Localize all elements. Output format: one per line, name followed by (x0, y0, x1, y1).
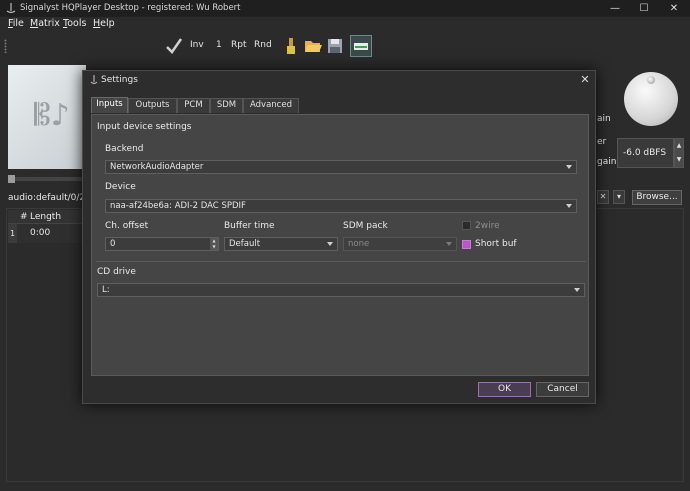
dialog-title: Settings (101, 75, 138, 85)
volume-spinner[interactable]: ▲ ▼ (674, 138, 684, 168)
clear-button[interactable]: ✕ (597, 190, 609, 204)
invert-button[interactable]: Inv (190, 40, 204, 50)
volume-field[interactable]: -6.0 dBFS (617, 138, 674, 168)
side-label-3: gain (597, 157, 617, 167)
app-icon (90, 75, 98, 85)
column-header-number[interactable]: # (20, 212, 28, 222)
backend-label: Backend (105, 144, 144, 154)
app-icon (6, 3, 16, 14)
checkmark-icon[interactable] (164, 36, 184, 56)
cd-drive-select[interactable]: L: (97, 283, 585, 297)
music-note-icon: 𝄡♪ (34, 98, 70, 133)
dropdown-arrow-button[interactable]: ▾ (613, 190, 625, 204)
browse-button[interactable]: Browse... (632, 190, 682, 205)
chevron-down-icon (574, 288, 580, 292)
folder-open-icon[interactable] (303, 36, 323, 56)
column-header-length[interactable]: Length (30, 212, 61, 222)
menu-bar: File Matrix Tools Help (0, 17, 690, 32)
ch-offset-stepper[interactable]: ▲ ▼ (210, 238, 218, 250)
chevron-down-icon (566, 204, 572, 208)
menu-tools[interactable]: Tools (63, 18, 86, 29)
section-divider (96, 261, 586, 262)
output-device-label: audio:default/0/2 (8, 193, 86, 203)
side-label-1: ain (597, 114, 611, 124)
repeat-button[interactable]: Rpt (231, 40, 247, 50)
svg-text:𝄡♪: 𝄡♪ (34, 98, 70, 133)
table-row[interactable]: 1 0:00 (8, 224, 82, 243)
menu-file[interactable]: File (8, 18, 24, 29)
save-icon[interactable] (325, 36, 345, 56)
input-device-settings-heading: Input device settings (97, 122, 192, 132)
sdm-pack-select[interactable]: none (343, 237, 457, 251)
cancel-button[interactable]: Cancel (536, 382, 589, 397)
toolbar: Inv 1 Rpt Rnd (0, 33, 690, 59)
buffer-time-label: Buffer time (224, 221, 275, 231)
two-wire-checkbox[interactable] (462, 221, 471, 230)
chevron-down-icon (446, 242, 452, 246)
row-length: 0:00 (30, 228, 51, 238)
hard-drive-icon (354, 43, 368, 50)
minimize-button[interactable]: — (600, 0, 630, 17)
ch-offset-spinbox[interactable]: 0 ▲ ▼ (105, 237, 219, 251)
menu-matrix[interactable]: Matrix (30, 18, 60, 29)
maximize-button[interactable]: ☐ (629, 0, 659, 17)
device-label: Device (105, 182, 136, 192)
chevron-down-icon (327, 242, 333, 246)
tab-pcm[interactable]: PCM (177, 98, 210, 113)
single-button[interactable]: 1 (216, 40, 222, 50)
seek-slider-handle[interactable] (8, 175, 15, 183)
close-icon[interactable]: ✕ (579, 74, 591, 86)
cover-art: 𝄡♪ (8, 65, 86, 169)
two-wire-label: 2wire (475, 221, 500, 231)
tab-inputs[interactable]: Inputs (91, 97, 128, 113)
inputs-tab-pane: Input device settings Backend NetworkAud… (91, 114, 589, 376)
tab-advanced[interactable]: Advanced (243, 98, 299, 113)
short-buf-checkbox[interactable] (462, 240, 471, 249)
drive-button[interactable] (350, 35, 372, 57)
sdm-pack-label: SDM pack (343, 221, 388, 231)
short-buf-label: Short buf (475, 239, 517, 249)
title-bar: Signalyst HQPlayer Desktop - registered:… (0, 0, 690, 17)
chevron-down-icon (566, 165, 572, 169)
cd-drive-label: CD drive (97, 267, 136, 277)
tab-outputs[interactable]: Outputs (128, 98, 177, 113)
menu-help[interactable]: Help (93, 18, 115, 29)
device-select[interactable]: naa-af24be6a: ADI-2 DAC SPDIF (105, 199, 577, 213)
toolbar-grip[interactable] (4, 39, 7, 53)
ch-offset-label: Ch. offset (105, 221, 149, 231)
tab-sdm[interactable]: SDM (210, 98, 243, 113)
ok-button[interactable]: OK (478, 382, 531, 397)
volume-knob[interactable] (624, 72, 678, 126)
row-number: 1 (8, 224, 17, 243)
brush-icon[interactable] (281, 36, 301, 56)
backend-select[interactable]: NetworkAudioAdapter (105, 160, 577, 174)
side-label-2: er (597, 137, 607, 147)
window-title: Signalyst HQPlayer Desktop - registered:… (20, 3, 241, 13)
dialog-title-bar: Settings ✕ (83, 71, 595, 89)
random-button[interactable]: Rnd (254, 40, 272, 50)
close-window-button[interactable]: ✕ (659, 0, 689, 17)
buffer-time-select[interactable]: Default (224, 237, 338, 251)
seek-slider[interactable] (8, 177, 88, 181)
settings-dialog: Settings ✕ Inputs Outputs PCM SDM Advanc… (82, 70, 596, 404)
table-header: # Length (8, 210, 82, 224)
